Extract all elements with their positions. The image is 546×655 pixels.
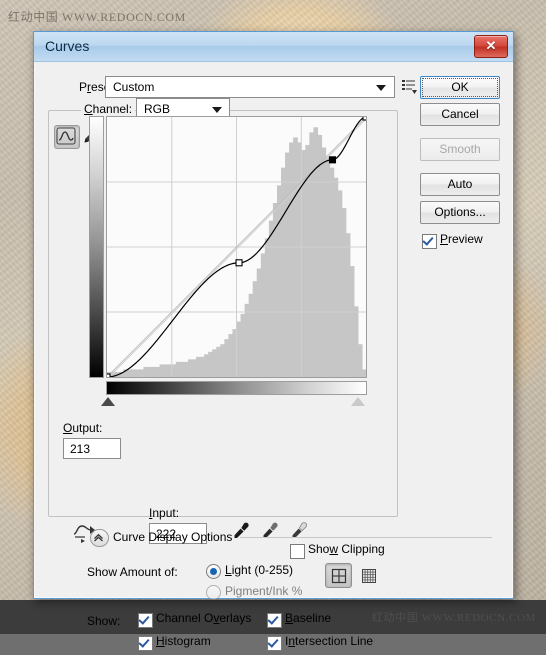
checkbox-preview-label: Preview bbox=[440, 232, 483, 246]
checkbox-preview[interactable] bbox=[422, 234, 437, 249]
input-gradient-bar bbox=[106, 381, 367, 395]
white-point-slider[interactable] bbox=[351, 397, 365, 406]
output-value: 213 bbox=[70, 442, 91, 456]
close-x-glyph: ✕ bbox=[485, 38, 497, 53]
checkbox-histogram[interactable] bbox=[138, 636, 153, 651]
dialog-titlebar: Curves ✕ bbox=[34, 32, 513, 62]
curve-control-point[interactable] bbox=[235, 259, 243, 267]
curves-dialog: Curves ✕ Preset: Custom Channel bbox=[33, 31, 514, 651]
preset-dropdown[interactable]: Custom bbox=[105, 76, 395, 98]
curve-plot-svg[interactable] bbox=[107, 117, 366, 377]
checkbox-histogram-label: Histogram bbox=[156, 634, 211, 648]
show-label: Show: bbox=[87, 614, 121, 628]
radio-light-label: Light (0-255) bbox=[225, 563, 294, 577]
curve-graph bbox=[89, 111, 389, 406]
curve-control-point[interactable] bbox=[328, 156, 337, 164]
chevron-up-icon[interactable] bbox=[90, 529, 109, 547]
grid-quarters-icon[interactable] bbox=[325, 563, 352, 588]
grid-tenths-icon[interactable] bbox=[355, 563, 382, 588]
radio-light[interactable] bbox=[206, 564, 221, 579]
output-input[interactable]: 213 bbox=[63, 438, 121, 459]
checkbox-intersection-line-label: Intersection Line bbox=[285, 634, 374, 648]
curve-control-point[interactable] bbox=[362, 117, 366, 121]
radio-pigment-ink[interactable] bbox=[206, 585, 221, 600]
show-amount-label: Show Amount of: bbox=[87, 565, 178, 579]
chevron-down-icon bbox=[376, 85, 386, 91]
checkbox-intersection-line[interactable] bbox=[267, 636, 282, 651]
checkbox-channel-overlays-label: Channel Overlays bbox=[156, 611, 252, 625]
section-divider bbox=[240, 537, 492, 538]
checkbox-channel-overlays[interactable] bbox=[138, 613, 153, 628]
curve-control-point[interactable] bbox=[107, 373, 111, 377]
black-point-slider[interactable] bbox=[101, 397, 115, 406]
cancel-button[interactable]: Cancel bbox=[420, 103, 500, 126]
channel-group: Channel: RGB Output: 213 Input: 222 Show… bbox=[48, 98, 398, 559]
options-button[interactable]: Options... bbox=[420, 201, 500, 224]
output-gradient-bar bbox=[89, 116, 104, 378]
radio-pigment-ink-label: Pigment/Ink % bbox=[225, 584, 303, 598]
curve-display-options-header: Curve Display Options bbox=[90, 529, 500, 547]
output-label: Output: bbox=[63, 421, 103, 435]
curve-tool-icon[interactable] bbox=[54, 125, 80, 149]
smooth-button: Smooth bbox=[420, 138, 500, 161]
dialog-body: Preset: Custom Channel: RGB bbox=[34, 62, 513, 651]
checkbox-baseline[interactable] bbox=[267, 613, 282, 628]
input-label: Input: bbox=[149, 506, 180, 520]
close-icon[interactable]: ✕ bbox=[474, 35, 508, 58]
preset-value: Custom bbox=[113, 80, 155, 94]
curve-display-options-title: Curve Display Options bbox=[113, 530, 233, 544]
curve-display-options-panel: Show Amount of: Light (0-255) Pigment/In… bbox=[48, 549, 500, 655]
dialog-title: Curves bbox=[45, 38, 90, 54]
preset-menu-icon[interactable] bbox=[401, 78, 417, 94]
auto-button[interactable]: Auto bbox=[420, 173, 500, 196]
curve-plot-area[interactable] bbox=[106, 116, 367, 378]
checkbox-baseline-label: Baseline bbox=[285, 611, 332, 625]
ok-button[interactable]: OK bbox=[420, 76, 500, 99]
